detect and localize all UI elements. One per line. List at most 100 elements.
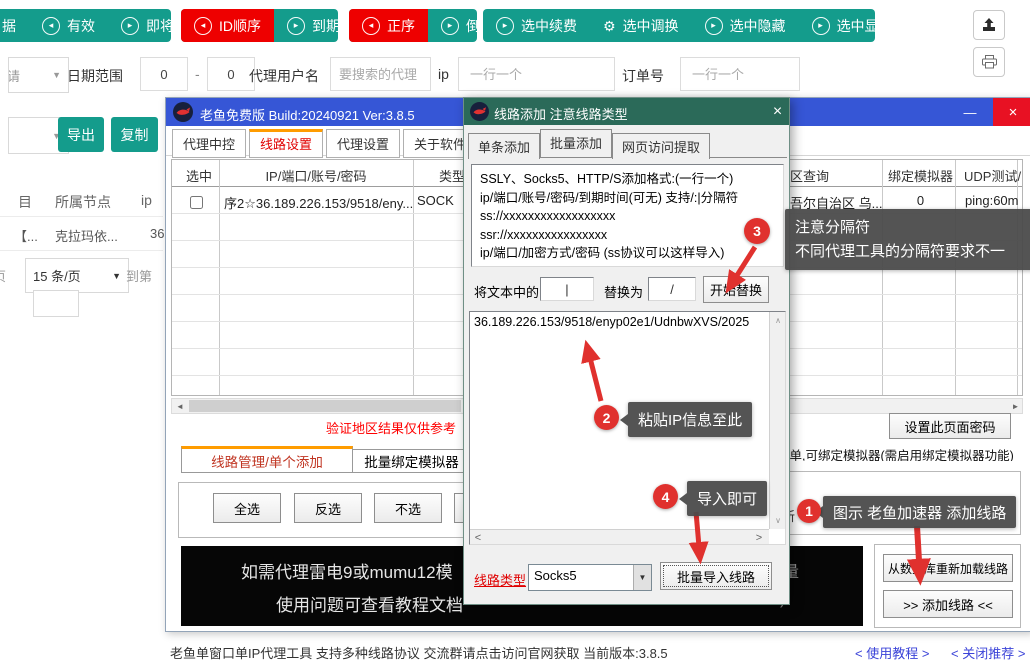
left-cell-ip: 36: [150, 226, 164, 241]
arrow-left-circle-icon: ◂: [362, 17, 380, 35]
add-line-dialog: 线路添加 注意线路类型 × 单条添加批量添加网页访问提取 SSLY、Socks5…: [463, 97, 790, 605]
dropdown-clipped-text: 请: [8, 66, 20, 85]
replace-mid-label: 替换为: [604, 282, 643, 301]
dialog-tabbar: 单条添加批量添加网页访问提取: [468, 131, 787, 158]
page-size-select[interactable]: 15 条/页 ▼: [25, 258, 129, 293]
line-type-select[interactable]: Socks5 ▼: [528, 564, 652, 591]
dialog-titlebar[interactable]: 线路添加 注意线路类型 ×: [464, 98, 789, 125]
goto-page-input[interactable]: [33, 290, 79, 317]
row-type-cell: SOCK: [417, 193, 454, 208]
left-col-header-ip: ip: [141, 192, 152, 208]
select-all-button[interactable]: 全选: [213, 493, 281, 523]
data-button[interactable]: 据: [0, 9, 29, 42]
start-replace-button[interactable]: 开始替换: [703, 276, 769, 303]
arrow-right-circle-icon: ▸: [441, 17, 459, 35]
ip-search-input[interactable]: [458, 57, 615, 91]
ip-label: ip: [438, 66, 449, 82]
select-none-button[interactable]: 不选: [374, 493, 442, 523]
tab-proxy-settings[interactable]: 代理设置: [326, 129, 400, 158]
scroll-up-arrow[interactable]: ∧: [770, 314, 786, 326]
dialog-tab-web-extract[interactable]: 网页访问提取: [612, 133, 710, 159]
renew-selected-button[interactable]: ▸选中续费: [483, 9, 590, 42]
copy-button[interactable]: 复制: [111, 117, 158, 152]
swap-selected-button[interactable]: ⚙选中调换: [590, 9, 692, 42]
dialog-tab-single[interactable]: 单条添加: [468, 133, 540, 159]
date-range-label: 日期范围: [67, 66, 123, 86]
valid-button[interactable]: ◂有效: [29, 9, 108, 42]
date-from-input[interactable]: [140, 57, 188, 91]
print-button[interactable]: [973, 47, 1005, 77]
reload-lines-button[interactable]: 从数据库重新加载线路: [883, 554, 1013, 582]
goto-page-label: 到第: [126, 266, 152, 285]
agent-search-input[interactable]: [330, 57, 431, 91]
date-to-input[interactable]: [207, 57, 255, 91]
id-order-button[interactable]: ◂ID顺序: [181, 9, 274, 42]
scroll-left-arrow[interactable]: ◄: [172, 399, 188, 413]
format-line: ip/端口/账号/密码/到期时间(可无) 支持/:|分隔符: [480, 189, 775, 208]
annotation-tooltip-1: 图示 老鱼加速器 添加线路: [823, 496, 1016, 528]
invert-selection-button[interactable]: 反选: [294, 493, 362, 523]
col-header-udp[interactable]: UDP测试/: [964, 166, 1021, 185]
scroll-right-arrow[interactable]: >: [753, 531, 765, 544]
col-header-region[interactable]: 区查询: [790, 166, 829, 185]
arrow-left-circle-icon: ◂: [194, 17, 212, 35]
pagination-clipped-label: 页: [0, 266, 6, 285]
tooltip-notch: [679, 493, 687, 505]
textarea-h-scrollbar[interactable]: < >: [470, 529, 769, 545]
scroll-down-arrow[interactable]: ∨: [770, 514, 786, 526]
arrow-left-circle-icon: ◂: [42, 17, 60, 35]
region-notice-text: 验证地区结果仅供参考: [326, 418, 464, 435]
row-ip-cell: 序2☆36.189.226.153/9518/eny...: [224, 193, 413, 212]
hide-selected-button[interactable]: ▸选中隐藏: [692, 9, 799, 42]
screen: 据 ◂有效 ▸即将过期 ◂ID顺序 ▸到期顺序 ◂正序 ▸倒序 ▸选中续费 ⚙选…: [0, 0, 1030, 667]
tab-line-settings[interactable]: 线路设置: [249, 129, 323, 158]
scroll-right-arrow[interactable]: ►: [1008, 399, 1023, 413]
arrow-right-circle-icon: ▸: [812, 17, 830, 35]
order-number-input[interactable]: [680, 57, 800, 91]
minimize-button[interactable]: —: [948, 98, 992, 126]
line-type-value: Socks5: [529, 565, 633, 590]
left-col-header-node: 所属节点: [55, 192, 111, 212]
batch-import-button[interactable]: 批量导入线路: [660, 562, 772, 590]
status-bar-text: 老鱼单窗口单IP代理工具 支持多种线路协议 交流群请点击访问官网获取 当前版本:…: [170, 643, 668, 662]
textarea-v-scrollbar[interactable]: ∧ ∨: [769, 312, 785, 529]
dialog-tab-batch[interactable]: 批量添加: [540, 129, 612, 157]
tab-proxy-control[interactable]: 代理中控: [172, 129, 246, 158]
annotation-circle-1: 1: [797, 499, 821, 523]
dialog-close-button[interactable]: ×: [764, 98, 791, 125]
line-type-label: 线路类型: [474, 570, 526, 589]
toolbar-group-order2: ◂正序 ▸倒序: [349, 9, 477, 42]
replace-to-input[interactable]: /: [648, 277, 696, 301]
subtab-line-manage[interactable]: 线路管理/单个添加: [181, 446, 353, 473]
tutorial-link[interactable]: < 使用教程 >: [855, 643, 929, 662]
type-filter-dropdown[interactable]: 请 ▼: [8, 57, 69, 93]
annotation-tooltip-4: 导入即可: [687, 481, 767, 516]
main-close-button[interactable]: ×: [993, 98, 1030, 126]
annotation-tooltip-3: 注意分隔符 不同代理工具的分隔符要求不一: [785, 209, 1030, 270]
replace-prefix-label: 将文本中的: [474, 282, 539, 301]
col-header-bind[interactable]: 绑定模拟器: [886, 166, 955, 185]
replace-from-input[interactable]: |: [540, 277, 594, 301]
tooltip-notch: [620, 414, 628, 426]
gear-icon: ⚙: [919, 19, 932, 33]
row-udp-cell: ping:60m: [965, 193, 1018, 208]
subtab-batch-bind[interactable]: 批量绑定模拟器: [353, 449, 471, 473]
row-checkbox[interactable]: [190, 196, 203, 209]
set-page-password-button[interactable]: 设置此页面密码: [889, 413, 1011, 439]
ascending-button[interactable]: ◂正序: [349, 9, 428, 42]
scrollbar-thumb[interactable]: [189, 400, 461, 412]
close-recommend-link[interactable]: < 关闭推荐 >: [951, 643, 1025, 662]
scroll-left-arrow[interactable]: <: [472, 531, 484, 544]
chevron-down-icon: ▼: [52, 70, 61, 80]
show-selected-button[interactable]: ▸选中显示: [799, 9, 906, 42]
export-tool-button[interactable]: [973, 10, 1005, 40]
toolbar-group-order1: ◂ID顺序 ▸到期顺序: [181, 9, 338, 42]
arrow-right-circle-icon: ▸: [121, 17, 139, 35]
export-button[interactable]: 导出: [58, 117, 104, 152]
chevron-down-icon: ▼: [112, 271, 121, 281]
add-line-button[interactable]: >> 添加线路 <<: [883, 590, 1013, 618]
col-header-checked[interactable]: 选中: [180, 166, 218, 185]
chevron-down-icon[interactable]: ▼: [633, 565, 651, 590]
app-logo-fish-icon: [173, 102, 193, 122]
col-header-ip[interactable]: IP/端口/账号/密码: [220, 166, 412, 185]
